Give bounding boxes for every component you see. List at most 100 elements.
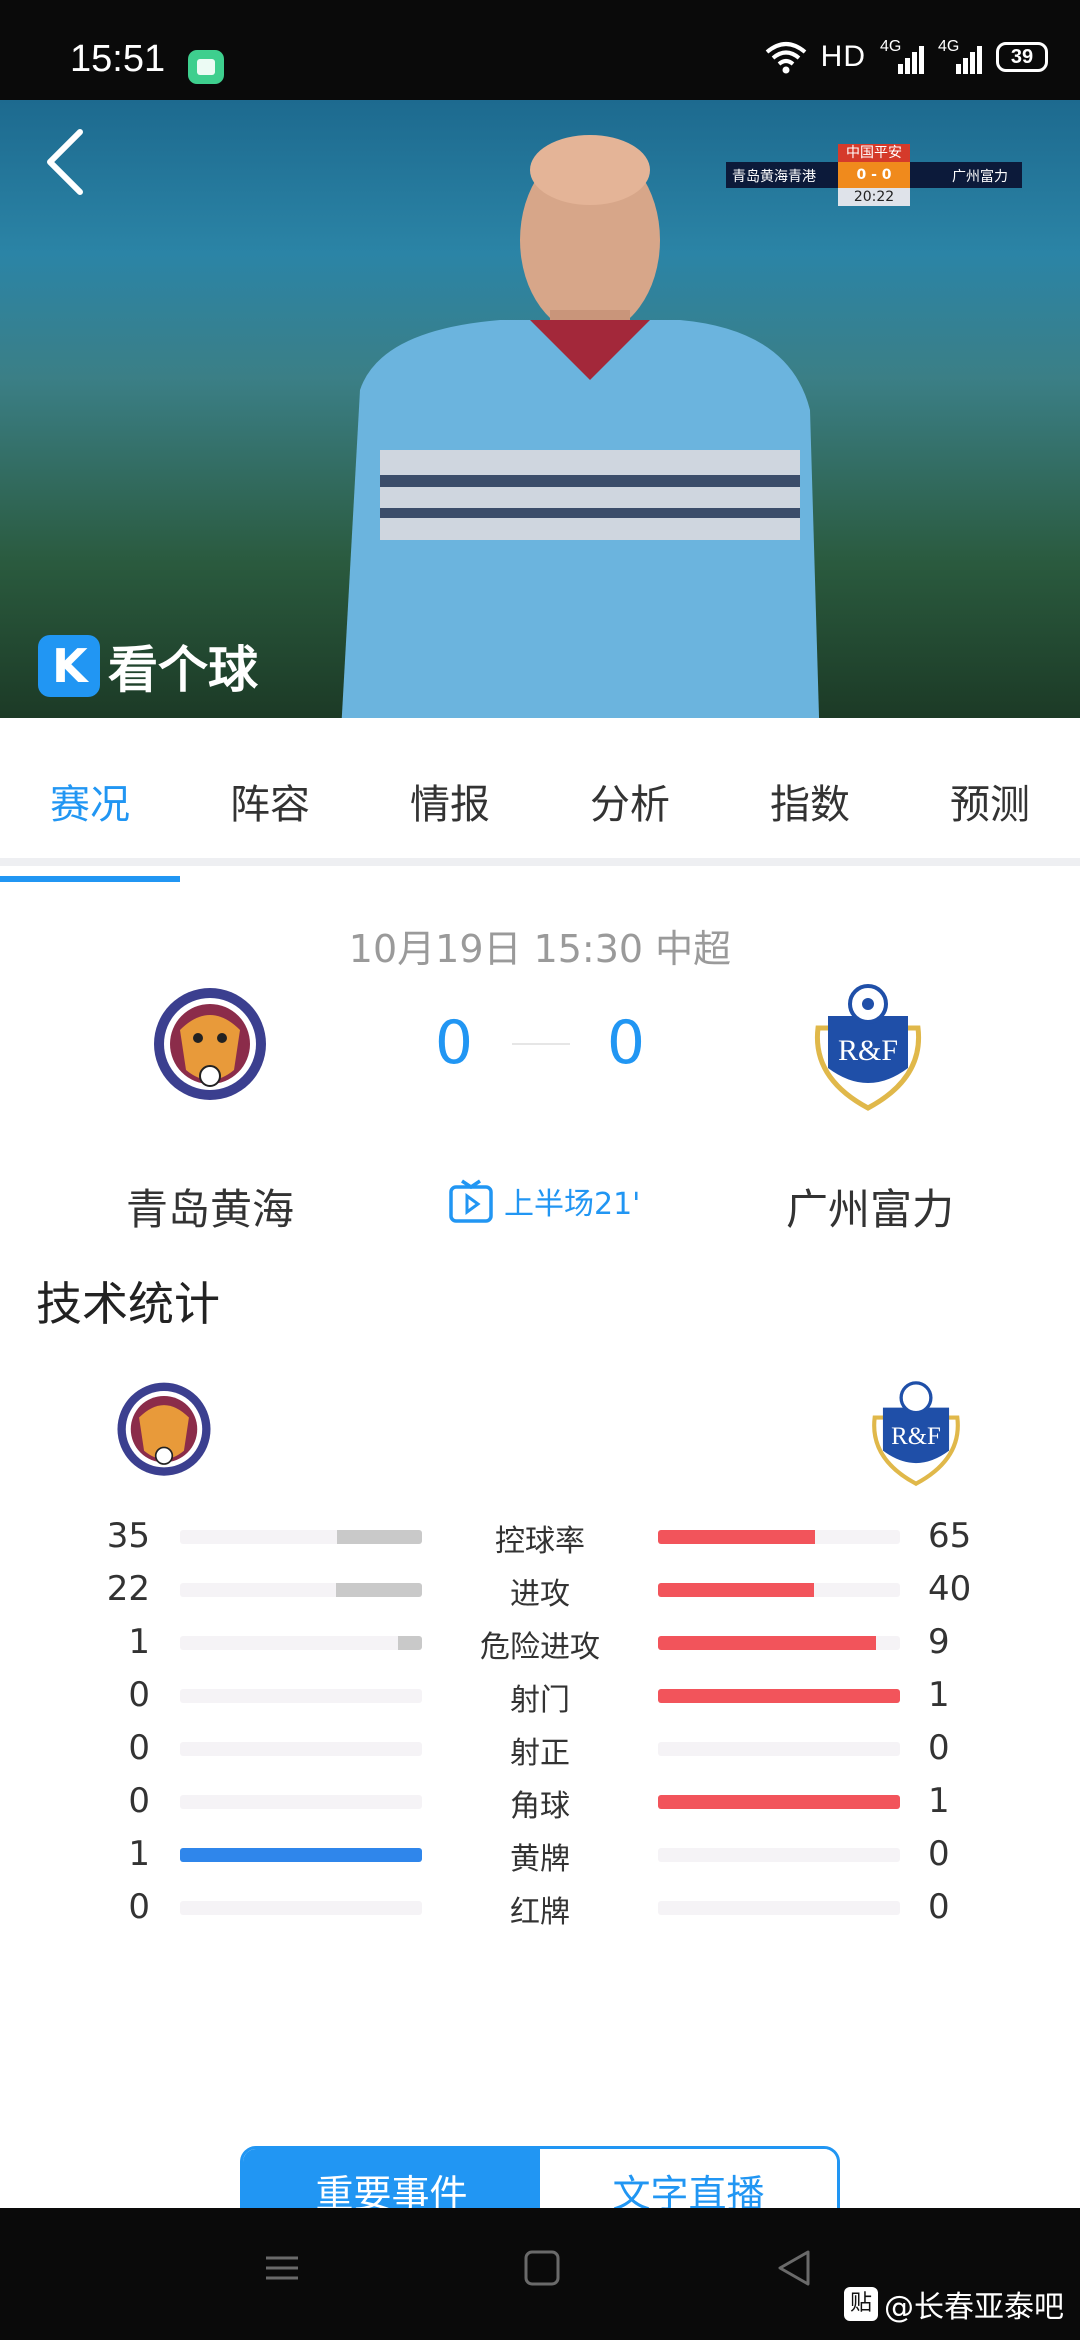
tv-scoreboard: 中国平安 青岛黄海青港 0 - 0 广州富力 20:22 <box>726 144 1022 206</box>
stat-name: 射门 <box>510 1683 570 1718</box>
home-team-name[interactable]: 青岛黄海 <box>50 1176 370 1237</box>
tab-analysis[interactable]: 分析 <box>540 772 720 830</box>
stat-home-bar <box>180 1795 422 1809</box>
stat-away-bar <box>658 1742 900 1756</box>
tab-active-indicator <box>0 876 180 882</box>
tab-overview[interactable]: 赛况 <box>0 772 180 830</box>
away-logo-text: R&F <box>838 1034 898 1067</box>
scoreboard-clock: 20:22 <box>838 188 910 206</box>
stat-away-bar <box>658 1636 900 1650</box>
stats-away-logo-text: R&F <box>891 1423 941 1450</box>
scoreboard-row: 青岛黄海青港 0 - 0 广州富力 <box>726 162 1022 188</box>
stat-away-bar <box>658 1689 900 1703</box>
stat-name: 黄牌 <box>510 1842 570 1877</box>
stat-name: 射正 <box>510 1736 570 1771</box>
wifi-icon <box>765 40 807 74</box>
broadcaster-watermark: 看个球 <box>38 630 258 702</box>
tab-bar: 赛况 阵容 情报 分析 指数 预测 <box>0 738 1080 882</box>
source-watermark: 贴 @长春亚泰吧 <box>844 2282 1064 2326</box>
stat-away-fill <box>658 1636 876 1650</box>
stat-away-bar <box>658 1530 900 1544</box>
signal-icon: 4G <box>880 38 924 74</box>
stat-home-value: 1 <box>128 1834 150 1874</box>
battery-icon: 39 <box>996 42 1048 72</box>
stat-home-fill <box>336 1583 422 1597</box>
chevron-left-icon <box>47 129 83 195</box>
score-separator <box>512 1043 570 1045</box>
tab-prediction[interactable]: 预测 <box>900 772 1080 830</box>
stat-home-value: 0 <box>128 1728 150 1768</box>
stat-row: 1 危险进攻 9 <box>0 1622 1080 1682</box>
home-team-logo[interactable] <box>150 980 270 1110</box>
signal-icon-2: 4G <box>938 38 982 74</box>
live-status[interactable]: 上半场21' <box>448 1178 640 1224</box>
stat-name: 红牌 <box>510 1895 570 1930</box>
watermark-text: @长春亚泰吧 <box>884 2290 1064 2325</box>
notification-app-icon <box>188 50 224 84</box>
stat-row: 1 黄牌 0 <box>0 1834 1080 1894</box>
stats-home-logo <box>117 1382 211 1476</box>
stat-away-value: 40 <box>928 1569 972 1609</box>
stat-away-bar <box>658 1583 900 1597</box>
stat-home-value: 22 <box>106 1569 150 1609</box>
back-nav-icon[interactable] <box>774 2248 814 2288</box>
stat-away-bar <box>658 1848 900 1862</box>
match-date: 10月19日 15:30 中超 <box>348 927 732 971</box>
tieba-icon: 贴 <box>844 2287 878 2321</box>
stat-away-value: 1 <box>928 1781 950 1821</box>
stat-away-bar <box>658 1795 900 1809</box>
stat-name: 角球 <box>510 1789 570 1824</box>
tab-intel[interactable]: 情报 <box>360 772 540 830</box>
stat-home-value: 35 <box>106 1516 150 1556</box>
stat-row: 0 角球 1 <box>0 1781 1080 1841</box>
stat-home-value: 0 <box>128 1887 150 1927</box>
stat-home-value: 0 <box>128 1781 150 1821</box>
tab-divider <box>0 858 1080 866</box>
menu-icon[interactable] <box>262 2248 302 2288</box>
home-icon[interactable] <box>522 2248 562 2288</box>
stat-home-bar <box>180 1583 422 1597</box>
scoreboard-home: 青岛黄海青港 <box>732 169 816 185</box>
stat-home-bar <box>180 1742 422 1756</box>
status-bar: 15:51 HD 4G 4G 39 <box>0 0 1080 100</box>
stat-name: 控球率 <box>495 1524 585 1559</box>
stat-home-bar <box>180 1636 422 1650</box>
live-status-text: 上半场21' <box>504 1187 641 1222</box>
video-player[interactable]: 中国平安 青岛黄海青港 0 - 0 广州富力 20:22 看个球 <box>0 100 1080 718</box>
match-content: 赛况 阵容 情报 分析 指数 预测 10月19日 15:30 中超 0 0 R&… <box>0 718 1080 2246</box>
stat-away-value: 65 <box>928 1516 972 1556</box>
stat-home-fill <box>397 1636 422 1650</box>
stat-name: 危险进攻 <box>480 1630 600 1665</box>
stat-home-bar <box>180 1530 422 1544</box>
stats-away-logo: R&F <box>872 1381 960 1487</box>
scoreboard-away: 广州富力 <box>952 169 1008 185</box>
stat-row: 0 射门 1 <box>0 1675 1080 1735</box>
stat-home-bar <box>180 1848 422 1862</box>
stat-away-value: 9 <box>928 1622 950 1662</box>
status-time: 15:51 <box>70 38 166 80</box>
tab-lineup[interactable]: 阵容 <box>180 772 360 830</box>
back-button[interactable] <box>36 122 92 202</box>
home-score: 0 <box>434 1008 474 1078</box>
tv-icon <box>449 1179 493 1223</box>
stat-away-value: 0 <box>928 1834 950 1874</box>
stat-away-fill <box>658 1689 900 1703</box>
stat-home-fill <box>337 1530 422 1544</box>
stat-away-fill <box>658 1530 816 1544</box>
away-score: 0 <box>606 1008 646 1078</box>
tab-odds[interactable]: 指数 <box>720 772 900 830</box>
stat-row: 0 红牌 0 <box>0 1887 1080 1947</box>
away-team-name[interactable]: 广州富力 <box>710 1176 1030 1237</box>
app-root: { "status_bar": { "time": "15:51", "hd":… <box>0 0 1080 2340</box>
stat-home-value: 1 <box>128 1622 150 1662</box>
stat-home-value: 0 <box>128 1675 150 1715</box>
player-image <box>341 135 820 718</box>
away-team-logo[interactable]: R&F <box>798 968 938 1118</box>
stat-away-value: 1 <box>928 1675 950 1715</box>
stat-home-bar <box>180 1689 422 1703</box>
stat-away-fill <box>658 1583 815 1597</box>
stat-away-value: 0 <box>928 1728 950 1768</box>
stat-row: 22 进攻 40 <box>0 1569 1080 1629</box>
stat-home-fill <box>180 1848 422 1862</box>
status-indicators: HD 4G 4G 39 <box>765 38 1048 74</box>
